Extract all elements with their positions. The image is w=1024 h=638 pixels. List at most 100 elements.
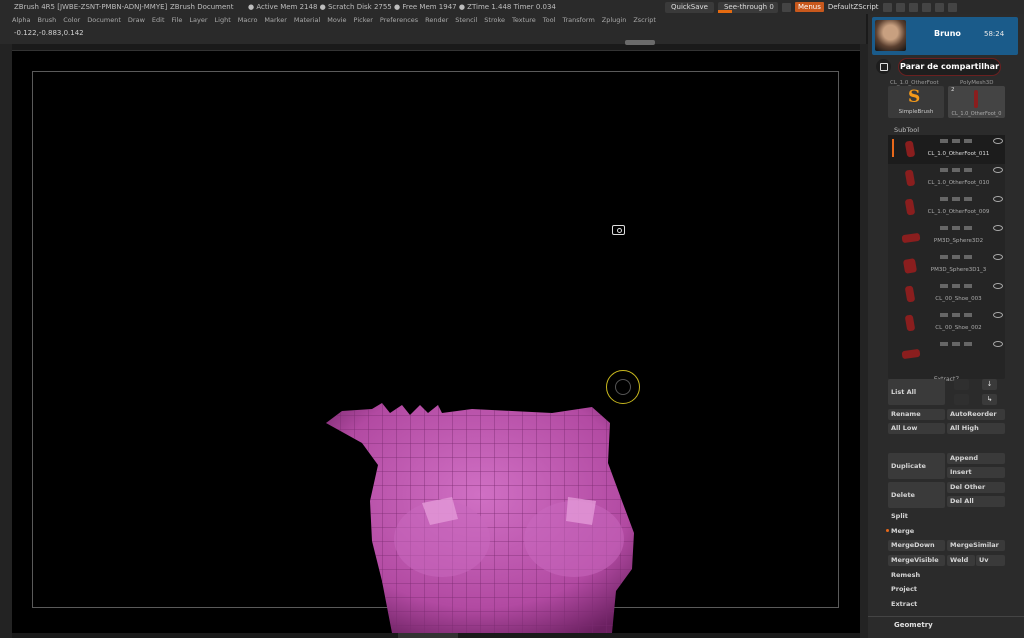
subtool-toggles[interactable]	[940, 255, 980, 259]
window-icon-1[interactable]	[781, 2, 791, 12]
eye-icon[interactable]	[993, 167, 1003, 173]
menu-brush[interactable]: Brush	[37, 14, 56, 26]
menu-zplugin[interactable]: Zplugin	[602, 14, 627, 26]
menu-edit[interactable]: Edit	[152, 14, 165, 26]
list-all-button[interactable]: List All	[888, 379, 945, 405]
delete-button[interactable]: Delete	[888, 482, 945, 508]
quicksave-button[interactable]: QuickSave	[665, 1, 714, 13]
menu-stroke[interactable]: Stroke	[484, 14, 505, 26]
menu-preferences[interactable]: Preferences	[380, 14, 418, 26]
eye-icon[interactable]	[993, 341, 1003, 347]
geometry-section[interactable]: Geometry	[894, 621, 933, 629]
menu-light[interactable]: Light	[215, 14, 231, 26]
menu-transform[interactable]: Transform	[562, 14, 594, 26]
subtool-header[interactable]: SubTool	[894, 126, 919, 134]
menu-picker[interactable]: Picker	[354, 14, 373, 26]
menu-texture[interactable]: Texture	[512, 14, 536, 26]
menu-file[interactable]: File	[172, 14, 183, 26]
arrow-down-right-button[interactable]: ↳	[982, 394, 997, 405]
subtool-toggles[interactable]	[940, 342, 980, 346]
menu-macro[interactable]: Macro	[238, 14, 258, 26]
bottom-tray-handle[interactable]	[398, 633, 458, 638]
subtool-toggles[interactable]	[940, 139, 980, 143]
menu-document[interactable]: Document	[87, 14, 121, 26]
subtool-item[interactable]: PM3D_Sphere3D2	[888, 222, 1005, 251]
default-zscript-button[interactable]: DefaultZScript	[828, 0, 879, 14]
remesh-label[interactable]: Remesh	[891, 571, 920, 579]
all-low-button[interactable]: All Low	[888, 423, 945, 434]
help-icon[interactable]	[882, 2, 892, 12]
avatar	[875, 20, 906, 51]
duplicate-button[interactable]: Duplicate	[888, 453, 945, 479]
layout-icon[interactable]	[895, 2, 905, 12]
maximize-icon[interactable]	[934, 2, 944, 12]
menu-render[interactable]: Render	[425, 14, 448, 26]
subtool-toggles[interactable]	[940, 197, 980, 201]
subtool-item[interactable]: CL_00_Shoe_003	[888, 280, 1005, 309]
eye-icon[interactable]	[993, 312, 1003, 318]
project-label[interactable]: Project	[891, 585, 917, 593]
append-button[interactable]: Append	[947, 453, 1005, 464]
subtool-item[interactable]: CL_1.0_OtherFoot_009	[888, 193, 1005, 222]
eye-icon[interactable]	[993, 196, 1003, 202]
arrow-up-left-button[interactable]	[954, 379, 969, 390]
torso-mesh[interactable]	[312, 401, 642, 633]
subtool-item[interactable]	[888, 338, 1005, 367]
eye-icon[interactable]	[993, 283, 1003, 289]
horizontal-scroll-handle[interactable]	[625, 40, 655, 45]
insert-button[interactable]: Insert	[947, 467, 1005, 478]
extract-label[interactable]: Extract	[891, 600, 917, 608]
menu-movie[interactable]: Movie	[327, 14, 346, 26]
del-all-button[interactable]: Del All	[947, 496, 1005, 507]
arrow-down-left-button[interactable]	[954, 394, 969, 405]
merge-down-button[interactable]: MergeDown	[888, 540, 945, 551]
auto-reorder-button[interactable]: AutoReorder	[947, 409, 1005, 420]
eye-icon[interactable]	[993, 225, 1003, 231]
merge-visible-button[interactable]: MergeVisible	[888, 555, 945, 566]
menu-stencil[interactable]: Stencil	[455, 14, 477, 26]
menus-toggle[interactable]: Menus	[794, 2, 824, 12]
subtool-item[interactable]: CL_00_Shoe_002	[888, 309, 1005, 338]
see-through-slider[interactable]: See-through 0	[717, 1, 778, 13]
title-bar: ZBrush 4R5 [JWBE-ZSNT-PMBN-ADNJ-MMYE] ZB…	[0, 0, 1024, 14]
subtool-item[interactable]: CL_1.0_OtherFoot_010	[888, 164, 1005, 193]
subtool-toggles[interactable]	[940, 226, 980, 230]
merge-similar-button[interactable]: MergeSimilar	[947, 540, 1005, 551]
menu-color[interactable]: Color	[63, 14, 80, 26]
left-tray[interactable]	[0, 44, 12, 638]
menu-draw[interactable]: Draw	[128, 14, 145, 26]
merge-label[interactable]: Merge	[891, 527, 914, 535]
right-tray-divider[interactable]	[860, 44, 868, 638]
subtool-label: CL_1.0_OtherFoot_011	[927, 151, 990, 157]
split-label[interactable]: Split	[891, 512, 908, 520]
weld-button[interactable]: Weld	[947, 555, 975, 566]
menu-material[interactable]: Material	[294, 14, 320, 26]
del-other-button[interactable]: Del Other	[947, 482, 1005, 493]
subtool-toggles[interactable]	[940, 313, 980, 317]
canvas-viewport[interactable]	[12, 50, 860, 633]
menu-marker[interactable]: Marker	[264, 14, 286, 26]
minimize-icon[interactable]	[921, 2, 931, 12]
subtool-toggles[interactable]	[940, 284, 980, 288]
eye-icon[interactable]	[993, 254, 1003, 260]
subtool-toggles[interactable]	[940, 168, 980, 172]
subtool-item[interactable]: CL_1.0_OtherFoot_011	[888, 135, 1005, 164]
share-icon[interactable]	[876, 59, 891, 74]
menu-zscript[interactable]: Zscript	[633, 14, 656, 26]
polymesh-thumbnail[interactable]: 2 CL_1.0_OtherFoot_0	[948, 86, 1005, 118]
subtool-list[interactable]: CL_1.0_OtherFoot_011 CL_1.0_OtherFoot_010…	[888, 135, 1005, 379]
subtool-item[interactable]: PM3D_Sphere3D1_3	[888, 251, 1005, 280]
all-high-button[interactable]: All High	[947, 423, 1005, 434]
menu-tool[interactable]: Tool	[543, 14, 556, 26]
uv-button[interactable]: Uv	[976, 555, 1005, 566]
menu-layer[interactable]: Layer	[189, 14, 207, 26]
lock-icon[interactable]	[908, 2, 918, 12]
stop-sharing-button[interactable]: Parar de compartilhar	[898, 58, 1001, 76]
simple-brush-thumbnail[interactable]: S SimpleBrush	[888, 86, 944, 118]
camera-icon[interactable]	[612, 225, 625, 235]
arrow-down-button[interactable]: ↓	[982, 379, 997, 390]
close-icon[interactable]	[947, 2, 957, 12]
rename-button[interactable]: Rename	[888, 409, 945, 420]
menu-alpha[interactable]: Alpha	[12, 14, 30, 26]
eye-icon[interactable]	[993, 138, 1003, 144]
